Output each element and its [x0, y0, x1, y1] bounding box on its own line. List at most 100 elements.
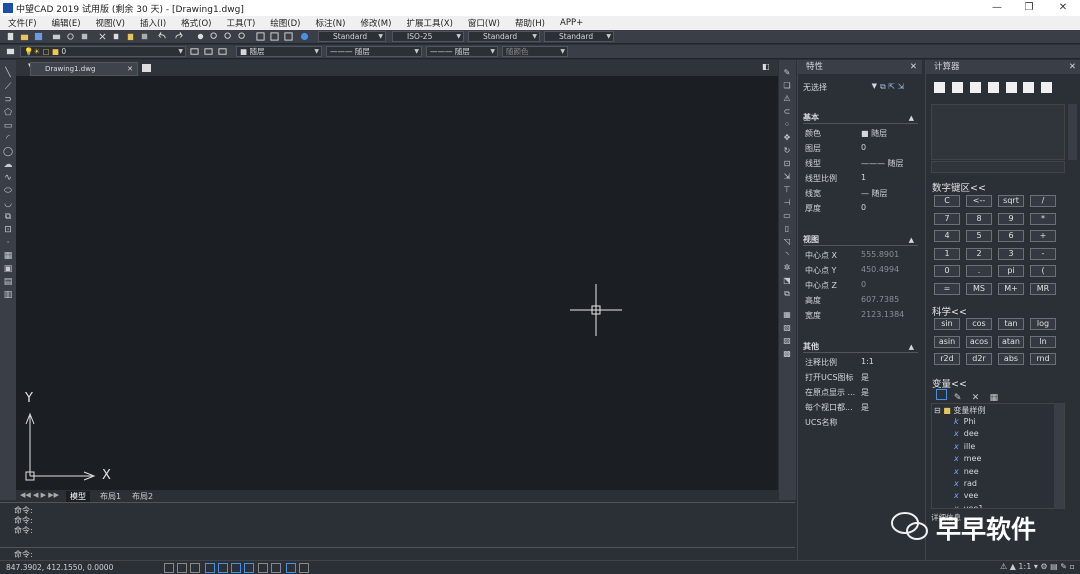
variables-header[interactable]: 变量<< [932, 376, 967, 390]
new-tab-icon[interactable] [142, 64, 151, 72]
save-icon[interactable] [34, 32, 43, 41]
scientific-button[interactable]: atan [998, 335, 1024, 348]
dim-style-select[interactable]: ISO-25 ▼ [392, 31, 464, 42]
quick-select-icons[interactable]: ⧉ ⇱ ⇲ [880, 82, 904, 92]
tool-palette-icon[interactable] [284, 32, 293, 41]
close-tab-icon[interactable]: ✕ [127, 63, 133, 75]
menu-edit[interactable]: 编辑(E) [44, 17, 88, 29]
polyline-icon[interactable]: ⊃ [3, 95, 13, 105]
match-properties-icon[interactable] [140, 32, 149, 41]
menu-insert[interactable]: 插入(I) [132, 17, 173, 29]
close-button[interactable]: ✕ [1050, 0, 1076, 16]
new-variable-icon[interactable] [936, 389, 947, 400]
variable-item[interactable]: k Phi [954, 417, 976, 426]
key-button[interactable]: 1 [934, 247, 960, 260]
key-button[interactable]: 5 [966, 230, 992, 242]
variable-item[interactable]: x vee [954, 491, 978, 500]
scientific-button[interactable]: d2r [966, 353, 992, 365]
menu-window[interactable]: 窗口(W) [460, 17, 507, 29]
key-button[interactable]: * [1030, 212, 1056, 225]
tab-layout2[interactable]: 布局2 [128, 491, 157, 502]
spline-icon[interactable]: ∿ [3, 173, 13, 183]
snap-toggle-icon[interactable] [164, 563, 174, 573]
zoom-previous-icon[interactable] [238, 32, 247, 41]
layer-manager-icon[interactable] [6, 47, 15, 56]
key-button[interactable]: MS [966, 282, 992, 295]
menu-view[interactable]: 视图(V) [88, 17, 132, 29]
zoom-realtime-icon[interactable] [210, 32, 219, 41]
undo-icon[interactable] [158, 32, 167, 41]
menu-format[interactable]: 格式(O) [173, 17, 218, 29]
key-button[interactable]: 6 [998, 230, 1024, 242]
point-icon[interactable]: · [3, 238, 13, 248]
menu-tools[interactable]: 工具(T) [218, 17, 262, 29]
key-button[interactable]: 8 [966, 212, 992, 225]
print-icon[interactable] [52, 32, 61, 41]
help-icon[interactable] [300, 32, 309, 41]
osnap-toggle-icon[interactable] [218, 563, 228, 573]
menu-modify[interactable]: 修改(M) [352, 17, 398, 29]
layer-state-icon[interactable] [218, 47, 227, 56]
key-button[interactable]: - [1030, 247, 1056, 260]
properties-icon[interactable] [256, 32, 265, 41]
copy-icon[interactable] [112, 32, 121, 41]
variables-scrollbar[interactable] [1054, 403, 1064, 509]
pan-icon[interactable] [196, 32, 205, 41]
prop-lineweight-value[interactable]: — 随层 [861, 188, 888, 199]
key-button[interactable]: C [934, 195, 960, 207]
print-preview-icon[interactable] [66, 32, 75, 41]
key-button[interactable]: + [1030, 230, 1056, 242]
polygon-icon[interactable]: ⬠ [3, 108, 13, 118]
layout-nav-icon[interactable]: ◀◀ ◀ ▶ ▶▶ [20, 491, 59, 499]
line-icon[interactable]: ╲ [3, 68, 13, 78]
menu-dimension[interactable]: 标注(N) [307, 17, 352, 29]
command-input[interactable]: 命令: [0, 547, 795, 559]
break-icon[interactable]: ▭ [782, 211, 792, 221]
help-icon[interactable] [1041, 82, 1053, 93]
polar-toggle-icon[interactable] [205, 563, 215, 573]
prop-ltscale-value[interactable]: 1 [861, 173, 866, 182]
scientific-button[interactable]: tan [998, 318, 1024, 330]
panel-toggle-icon[interactable]: ◧ [762, 62, 770, 71]
scientific-button[interactable]: log [1030, 318, 1056, 330]
tab-layout1[interactable]: 布局1 [96, 491, 125, 502]
key-button[interactable]: = [934, 282, 960, 295]
variable-item[interactable]: x nee [954, 467, 979, 476]
key-button[interactable]: MR [1030, 282, 1056, 295]
maximize-button[interactable]: ❐ [1016, 0, 1042, 16]
intersection-icon[interactable] [1023, 82, 1035, 93]
prop-ucs-on-value[interactable]: 是 [861, 372, 869, 383]
prop-linetype-value[interactable]: ——— 随层 [861, 158, 904, 169]
circle-icon[interactable]: ◯ [3, 147, 13, 157]
open-folder-icon[interactable] [20, 32, 29, 41]
zoom-window-icon[interactable] [224, 32, 233, 41]
key-button[interactable]: . [966, 265, 992, 277]
arc-icon[interactable]: ◜ [3, 134, 13, 144]
erase-icon[interactable]: ✎ [782, 68, 792, 78]
rotate-icon[interactable]: ↻ [782, 146, 792, 156]
ortho-toggle-icon[interactable] [190, 563, 200, 573]
fillet-icon[interactable]: ◝ [782, 250, 792, 260]
prop-ucs-origin-value[interactable]: 是 [861, 387, 869, 398]
draw-order-icon[interactable]: ⧉ [782, 289, 792, 299]
key-button[interactable]: <-- [966, 195, 992, 207]
edit-polyline-icon[interactable]: ⬔ [782, 276, 792, 286]
chamfer-icon[interactable]: ◹ [782, 237, 792, 247]
explode-icon[interactable]: ✲ [782, 263, 792, 273]
new-file-icon[interactable] [6, 32, 15, 41]
menu-draw[interactable]: 绘图(D) [262, 17, 307, 29]
text-style-select[interactable]: Standard ▼ [318, 31, 386, 42]
tab-drawing1[interactable]: Drawing1.dwg ✕ [30, 62, 138, 76]
tab-model[interactable]: 模型 [66, 491, 90, 502]
cut-icon[interactable] [98, 32, 107, 41]
distance-icon[interactable] [987, 82, 999, 93]
offset-icon[interactable]: ⊂ [782, 107, 792, 117]
mirror-icon[interactable]: ⚠ [782, 94, 792, 104]
table-style-select[interactable]: Standard ▼ [468, 31, 540, 42]
close-panel-icon[interactable]: ✕ [910, 60, 917, 74]
align-icon[interactable]: ▨ [782, 336, 792, 346]
lineweight-select[interactable]: ——— 随层 ▼ [426, 46, 498, 57]
extend-icon[interactable]: ⊣ [782, 198, 792, 208]
copy-object-icon[interactable]: ❏ [782, 81, 792, 91]
ellipse-arc-icon[interactable]: ◡ [3, 199, 13, 209]
